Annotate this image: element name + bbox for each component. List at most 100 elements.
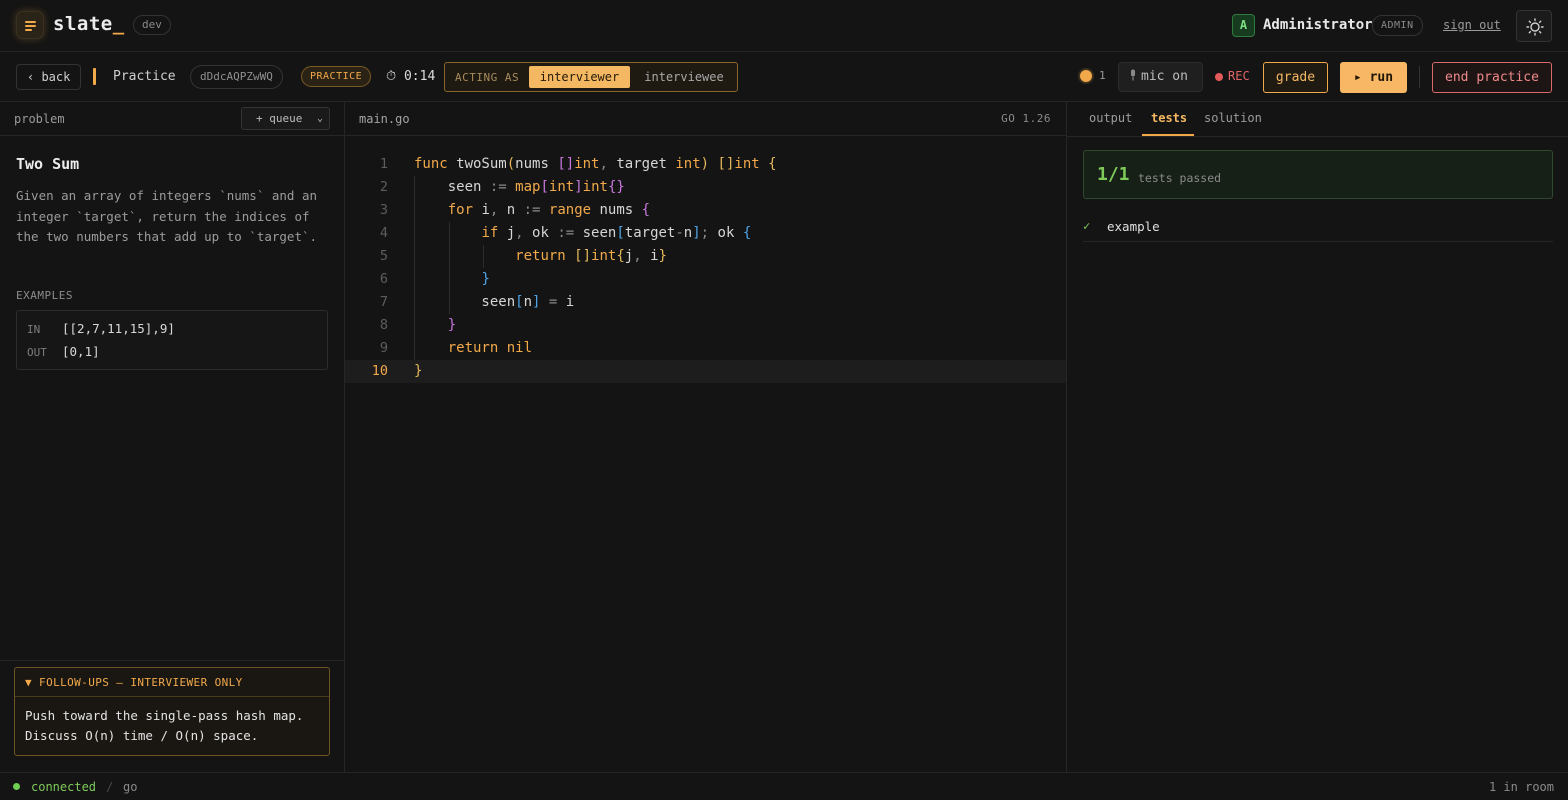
test-row[interactable]: ✓ example	[1083, 214, 1553, 242]
session-id-badge[interactable]: dDdcAQPZwWQ	[190, 65, 283, 89]
code-line[interactable]: 10}	[345, 360, 1066, 383]
editor-header: main.go GO 1.26	[345, 102, 1066, 136]
line-number: 1	[379, 156, 388, 172]
example-in-label: IN	[27, 323, 41, 336]
code-line[interactable]: 4 if j, ok := seen[target-n]; ok {	[345, 222, 1066, 245]
mode-badge: PRACTICE	[301, 66, 372, 87]
connection-dot-icon	[13, 783, 20, 790]
example-out-label: OUT	[27, 346, 47, 359]
code-line[interactable]: 5 return []int{j, i}	[345, 245, 1066, 268]
code-text: seen := map[int]int{}	[414, 179, 625, 195]
user-name: Administrator	[1263, 17, 1373, 33]
code-text: }	[481, 271, 490, 287]
followups-box: ▼ FOLLOW-UPS — INTERVIEWER ONLY Push tow…	[14, 667, 330, 756]
status-separator: /	[106, 780, 114, 794]
back-button[interactable]: ‹ back	[16, 64, 82, 90]
role-badge: ADMIN	[1372, 15, 1423, 36]
tab-tests[interactable]: tests	[1151, 111, 1187, 125]
tests-passed-label: tests passed	[1138, 171, 1222, 185]
code-text: return nil	[447, 340, 533, 356]
brand-name: slate	[53, 13, 113, 35]
connection-status: connected	[31, 780, 97, 794]
rec-dot-icon	[1215, 73, 1223, 81]
code-line[interactable]: 7 seen[n] = i	[345, 291, 1066, 314]
line-number: 3	[379, 202, 388, 218]
acting-as-label: ACTING AS	[455, 71, 520, 84]
code-text: }	[414, 363, 423, 379]
session-title: Practice	[113, 69, 176, 84]
presence-dot-icon	[1080, 70, 1092, 82]
env-badge: dev	[133, 15, 171, 35]
code-line[interactable]: 3 for i, n := range nums {	[345, 199, 1066, 222]
end-practice-button[interactable]: end practice	[1432, 62, 1552, 93]
code-text: if j, ok := seen[target-n]; ok {	[481, 225, 752, 241]
status-bar: connected / go 1 in room	[0, 772, 1568, 800]
brand: slate_	[53, 13, 125, 35]
brand-cursor: _	[112, 13, 125, 35]
queue-select[interactable]: + queue ⌄	[241, 107, 330, 130]
acting-as-switch: ACTING AS interviewer interviewee	[444, 62, 738, 92]
tab-solution[interactable]: solution	[1204, 111, 1262, 125]
code-line[interactable]: 6 }	[345, 268, 1066, 291]
results-panel: output tests solution 1/1 tests passed ✓…	[1066, 102, 1568, 772]
status-language: go	[123, 780, 138, 794]
line-number: 9	[379, 340, 388, 356]
session-accent-bar	[93, 68, 96, 85]
queue-select-value: + queue	[256, 112, 303, 125]
problem-description: Given an array of integers `nums` and an…	[16, 188, 318, 245]
rec-indicator: REC	[1228, 69, 1250, 83]
code-text: func twoSum(nums []int, target int) []in…	[414, 156, 777, 172]
code-text: seen[n] = i	[414, 294, 575, 310]
followups-toggle[interactable]: ▼ FOLLOW-UPS — INTERVIEWER ONLY	[15, 668, 329, 697]
followups-text: Push toward the single-pass hash map. Di…	[25, 708, 304, 743]
problem-panel: problem + queue ⌄ Two Sum Given an array…	[0, 102, 345, 772]
chevron-down-icon: ⌄	[316, 113, 323, 124]
role-option-interviewer[interactable]: interviewer	[529, 66, 630, 88]
editor-filename: main.go	[359, 112, 410, 126]
mic-toggle-button[interactable]: mic on	[1118, 62, 1203, 92]
logo-icon	[16, 11, 44, 39]
top-bar: slate_ dev A Administrator ADMIN sign ou…	[0, 0, 1568, 52]
code-text: }	[447, 317, 457, 333]
code-line[interactable]: 9 return nil	[345, 337, 1066, 360]
grade-button[interactable]: grade	[1263, 62, 1328, 93]
mic-icon	[1131, 69, 1135, 81]
code-text: return []int{j, i}	[515, 248, 667, 264]
line-number: 4	[379, 225, 388, 241]
tabs-divider	[1067, 136, 1568, 137]
line-number: 6	[379, 271, 388, 287]
line-number: 2	[379, 179, 388, 195]
example-out-value: [0,1]	[62, 344, 100, 359]
room-count: 1 in room	[1488, 780, 1554, 794]
toolbar-divider	[1419, 66, 1420, 88]
code-line[interactable]: 8 }	[345, 314, 1066, 337]
code-line[interactable]: 1 func twoSum(nums []int, target int) []i…	[345, 153, 1066, 176]
line-number: 10	[371, 363, 388, 379]
problem-panel-label: problem	[14, 112, 65, 126]
check-icon: ✓	[1083, 219, 1091, 233]
code-editor[interactable]: main.go GO 1.26 1 func twoSum(nums []int,…	[345, 102, 1066, 772]
line-number: 8	[379, 317, 388, 333]
problem-title: Two Sum	[16, 155, 80, 173]
session-timer: ⏱ 0:14	[386, 69, 436, 84]
tests-passed-count: 1/1	[1097, 164, 1130, 185]
avatar: A	[1232, 14, 1255, 37]
editor-language: GO 1.26	[1001, 112, 1051, 125]
tab-output[interactable]: output	[1089, 111, 1132, 125]
code-lines[interactable]: 1 func twoSum(nums []int, target int) []i…	[345, 153, 1066, 383]
presence-count: 1	[1099, 69, 1106, 82]
followups-section: ▼ FOLLOW-UPS — INTERVIEWER ONLY Push tow…	[0, 660, 344, 772]
theme-toggle-button[interactable]	[1516, 10, 1552, 42]
session-bar: ‹ back Practice dDdcAQPZwWQ PRACTICE ⏱ 0…	[0, 52, 1568, 102]
run-button[interactable]: ▸ run	[1340, 62, 1407, 93]
theme-sun-icon	[1526, 18, 1544, 36]
tests-summary: 1/1 tests passed	[1083, 150, 1553, 199]
role-option-interviewee[interactable]: interviewee	[640, 66, 728, 88]
code-text: for i, n := range nums {	[447, 202, 651, 218]
example-box: IN [[2,7,11,15],9] OUT [0,1]	[16, 310, 328, 370]
sign-out-link[interactable]: sign out	[1443, 18, 1501, 32]
example-in-value: [[2,7,11,15],9]	[62, 321, 175, 336]
mic-label: mic on	[1141, 69, 1188, 84]
code-line[interactable]: 2 seen := map[int]int{}	[345, 176, 1066, 199]
test-name: example	[1107, 219, 1160, 234]
